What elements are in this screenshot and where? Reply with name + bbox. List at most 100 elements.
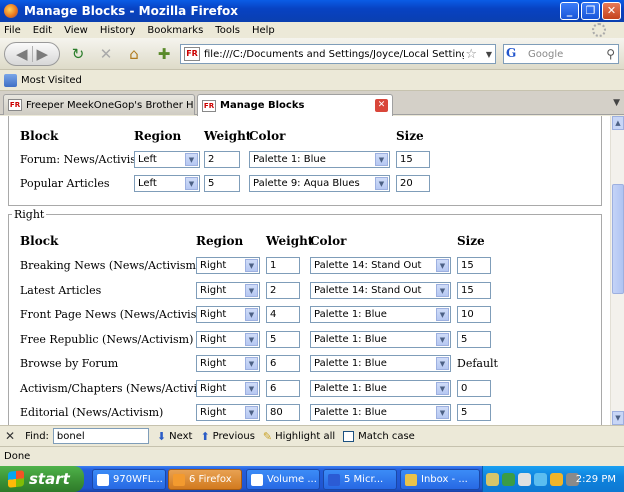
tab-favicon-icon: FR (202, 99, 216, 112)
reload-icon[interactable]: ↻ (66, 42, 90, 66)
minimize-button[interactable]: _ (560, 2, 579, 20)
find-close-icon[interactable]: ✕ (5, 429, 15, 443)
match-case-checkbox[interactable] (343, 430, 355, 442)
color-select[interactable]: Palette 9: Aqua Blues ▼ (249, 174, 390, 192)
menu-file[interactable]: File (4, 25, 21, 36)
google-engine-icon[interactable]: G (506, 46, 524, 62)
chevron-down-icon: ▼ (245, 405, 258, 419)
scroll-down-icon[interactable]: ▼ (612, 411, 624, 425)
new-tab-icon[interactable]: ✚ (152, 42, 176, 66)
find-previous-button[interactable]: ⬆ Previous (200, 430, 254, 443)
tray-icon[interactable] (486, 472, 499, 486)
url-dropdown-icon[interactable]: ▼ (486, 50, 492, 59)
region-select[interactable]: Right ▼ (196, 403, 260, 421)
weight-input[interactable]: 80 (266, 403, 300, 421)
start-button[interactable]: start (0, 466, 84, 492)
size-input[interactable]: 20 (396, 174, 430, 192)
taskbar-item[interactable]: 970WFL... (92, 469, 166, 490)
region-select[interactable]: Left ▼ (134, 174, 200, 192)
weight-input[interactable]: 2 (204, 150, 240, 168)
weight-input[interactable]: 6 (266, 379, 300, 397)
url-text[interactable]: file:///C:/Documents and Settings/Joyce/… (204, 49, 464, 60)
weight-input[interactable]: 2 (266, 281, 300, 299)
color-select[interactable]: Palette 14: Stand Out ▼ (310, 256, 451, 274)
color-select[interactable]: Palette 1: Blue ▼ (310, 330, 451, 348)
region-select[interactable]: Right ▼ (196, 330, 260, 348)
region-select[interactable]: Right ▼ (196, 379, 260, 397)
chevron-down-icon: ▼ (245, 258, 258, 272)
tray-icon[interactable] (518, 472, 531, 486)
chevron-down-icon: ▼ (436, 405, 449, 419)
size-input[interactable]: 5 (457, 330, 491, 348)
close-button[interactable]: ✕ (602, 2, 621, 20)
taskbar-item[interactable]: Volume ... (246, 469, 320, 490)
tab-close-icon[interactable]: ✕ (375, 99, 388, 112)
search-box[interactable]: G Google ⚲ (503, 44, 619, 64)
search-icon[interactable]: ⚲ (606, 47, 615, 61)
menu-history[interactable]: History (100, 25, 136, 36)
highlight-all-button[interactable]: ✎ Highlight all (263, 430, 335, 443)
menu-tools[interactable]: Tools (215, 25, 240, 36)
header-region: Region (134, 129, 182, 143)
region-select[interactable]: Right ▼ (196, 281, 260, 299)
chevron-down-icon: ▼ (436, 283, 449, 297)
header-region: Region (196, 234, 244, 248)
url-bar[interactable]: FR file:///C:/Documents and Settings/Joy… (180, 44, 496, 64)
region-select[interactable]: Right ▼ (196, 256, 260, 274)
weight-input[interactable]: 1 (266, 256, 300, 274)
tab-list-icon[interactable]: ▼ (613, 98, 620, 108)
highlighter-icon: ✎ (262, 429, 273, 443)
most-visited-link[interactable]: Most Visited (21, 75, 82, 86)
color-select[interactable]: Palette 1: Blue ▼ (310, 403, 451, 421)
size-input[interactable]: 5 (457, 403, 491, 421)
stop-icon[interactable]: ✕ (94, 42, 118, 66)
weight-input[interactable]: 4 (266, 305, 300, 323)
tray-icon[interactable] (534, 472, 547, 486)
tray-icon[interactable] (502, 472, 515, 486)
block-name: Latest Articles (20, 283, 102, 297)
tray-icon[interactable] (550, 472, 563, 486)
taskbar: start 970WFL... 6 Firefox Volume ... 5 M… (0, 466, 624, 492)
maximize-button[interactable]: ❐ (581, 2, 600, 20)
taskbar-item[interactable]: 5 Micr... (323, 469, 397, 490)
taskbar-item-firefox[interactable]: 6 Firefox (168, 469, 242, 490)
menu-edit[interactable]: Edit (33, 25, 52, 36)
weight-input[interactable]: 6 (266, 354, 300, 372)
region-select[interactable]: Left ▼ (134, 150, 200, 168)
size-input[interactable]: 10 (457, 305, 491, 323)
weight-input[interactable]: 5 (266, 330, 300, 348)
chevron-down-icon: ▼ (375, 176, 388, 190)
tab-manage-blocks[interactable]: FR Manage Blocks ✕ (197, 94, 393, 116)
forward-arrow-icon[interactable]: ▶ (37, 45, 49, 63)
vertical-scrollbar[interactable]: ▲ ▼ (610, 116, 624, 425)
size-input[interactable]: 15 (457, 256, 491, 274)
chevron-down-icon: ▼ (436, 332, 449, 346)
size-input[interactable]: 15 (396, 150, 430, 168)
menu-view[interactable]: View (64, 25, 88, 36)
scroll-thumb[interactable] (612, 184, 624, 294)
region-select[interactable]: Right ▼ (196, 354, 260, 372)
bookmark-star-icon[interactable]: ☆ (465, 47, 477, 62)
find-input[interactable]: bonel (52, 428, 149, 444)
weight-input[interactable]: 5 (204, 174, 240, 192)
region-select[interactable]: Right ▼ (196, 305, 260, 323)
back-arrow-icon[interactable]: ◀ (16, 45, 28, 63)
color-select[interactable]: Palette 14: Stand Out ▼ (310, 281, 451, 299)
menu-help[interactable]: Help (252, 25, 275, 36)
scroll-up-icon[interactable]: ▲ (612, 116, 624, 130)
color-select[interactable]: Palette 1: Blue ▼ (249, 150, 390, 168)
tab-freeper[interactable]: FR Freeper MeekOneGop's Brother Has Pa..… (3, 94, 195, 115)
back-forward-buttons: ◀ ▶ (4, 42, 60, 66)
size-input[interactable]: 15 (457, 281, 491, 299)
find-next-button[interactable]: ⬇ Next (157, 430, 193, 443)
color-select[interactable]: Palette 1: Blue ▼ (310, 305, 451, 323)
chevron-down-icon: ▼ (245, 332, 258, 346)
size-input[interactable]: 0 (457, 379, 491, 397)
menu-bookmarks[interactable]: Bookmarks (147, 25, 203, 36)
firefox-icon (173, 473, 185, 486)
tab-label: Manage Blocks (220, 100, 305, 111)
color-select[interactable]: Palette 1: Blue ▼ (310, 379, 451, 397)
color-select[interactable]: Palette 1: Blue ▼ (310, 354, 451, 372)
home-icon[interactable]: ⌂ (122, 42, 146, 66)
taskbar-item[interactable]: Inbox - ... (400, 469, 480, 490)
